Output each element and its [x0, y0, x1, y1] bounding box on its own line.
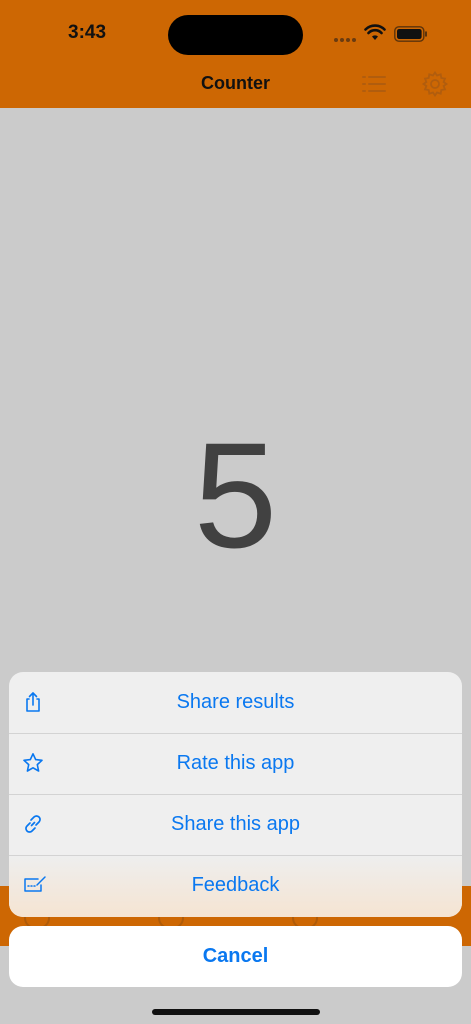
- navigation-bar: 3:43 Counter: [0, 0, 471, 108]
- battery-icon: [394, 26, 427, 42]
- action-sheet: Share results Rate this app Share this a…: [9, 672, 462, 917]
- page-title: Counter: [201, 73, 270, 93]
- action-label: Share this app: [171, 813, 300, 835]
- rate-app-button[interactable]: Rate this app: [9, 733, 462, 795]
- gear-icon[interactable]: [421, 70, 449, 98]
- action-label: Rate this app: [176, 752, 295, 774]
- dynamic-island: [168, 15, 303, 55]
- cancel-button[interactable]: Cancel: [9, 926, 462, 987]
- action-label: Feedback: [191, 874, 280, 896]
- cancel-label: Cancel: [202, 945, 269, 967]
- share-results-button[interactable]: Share results: [9, 672, 462, 734]
- counter-value[interactable]: 5: [0, 410, 471, 580]
- status-time: 3:43: [68, 22, 107, 43]
- list-icon[interactable]: [361, 72, 387, 96]
- action-label: Share results: [176, 691, 295, 713]
- wifi-icon: [364, 24, 386, 40]
- home-indicator[interactable]: [152, 1009, 320, 1015]
- cellular-signal-icon: [334, 38, 356, 42]
- share-app-button[interactable]: Share this app: [9, 794, 462, 856]
- feedback-button[interactable]: Feedback: [9, 855, 462, 916]
